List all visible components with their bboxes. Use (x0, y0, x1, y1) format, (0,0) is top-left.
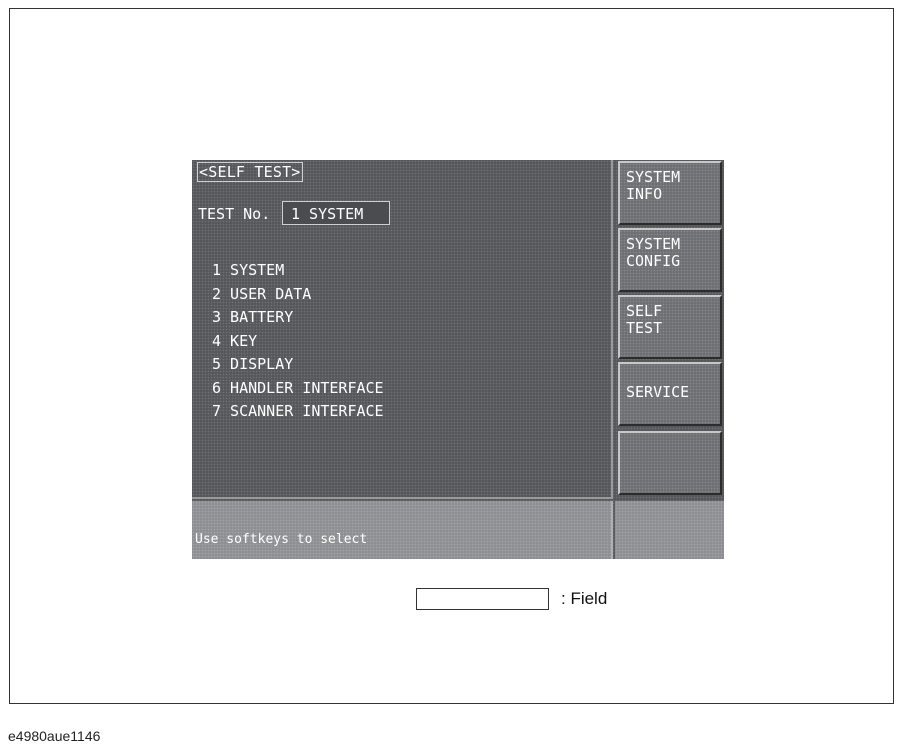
screen-title: <SELF TEST> (197, 162, 303, 182)
test-item-battery: 3 BATTERY (212, 308, 294, 326)
legend-field-swatch (416, 588, 549, 610)
test-item-key: 4 KEY (212, 331, 258, 350)
message-bar-right (615, 501, 724, 559)
test-no-label: TEST No. (198, 205, 271, 223)
test-no-field[interactable]: 1 SYSTEM (282, 201, 390, 225)
softkey-self-test[interactable]: SELF TEST (618, 295, 722, 359)
test-item-system: 1 SYSTEM (212, 261, 285, 279)
figure-id: e4980aue1146 (8, 728, 101, 744)
message-bar: Use softkeys to select (192, 501, 613, 559)
test-item-scanner-interface: 7 SCANNER INTERFACE (212, 402, 384, 420)
test-list: 1 SYSTEM 2 USER DATA 3 BATTERY 4 KEY 5 D… (212, 259, 384, 424)
legend-label: : Field (561, 589, 608, 608)
softkey-service[interactable]: SERVICE (618, 362, 722, 426)
test-item-handler-interface: 6 HANDLER INTERFACE (212, 378, 384, 397)
test-item-display: 5 DISPLAY (212, 355, 294, 373)
softkey-blank[interactable] (618, 431, 722, 495)
instrument-screen: <SELF TEST> TEST No. 1 SYSTEM 1 SYSTEM 2… (192, 160, 724, 559)
softkey-system-config[interactable]: SYSTEM CONFIG (618, 228, 722, 292)
self-test-panel: <SELF TEST> TEST No. 1 SYSTEM 1 SYSTEM 2… (192, 160, 613, 499)
message-text: Use softkeys to select (195, 532, 368, 547)
test-item-user-data: 2 USER DATA (212, 284, 312, 303)
softkey-system-info[interactable]: SYSTEM INFO (618, 161, 722, 225)
